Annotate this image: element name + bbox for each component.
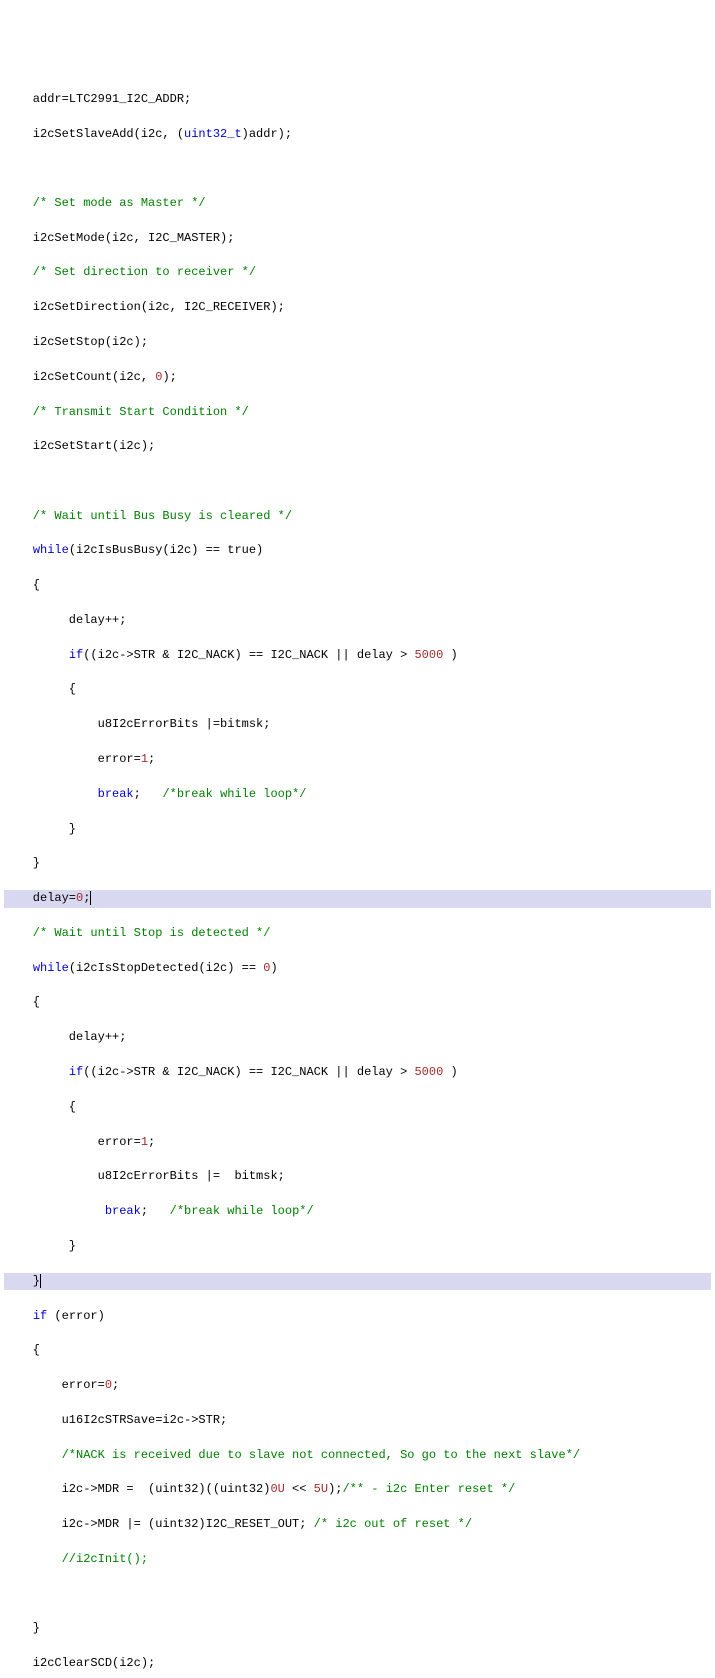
code-line: //i2cInit();: [4, 1551, 711, 1568]
code-editor[interactable]: addr=LTC2991_I2C_ADDR; i2cSetSlaveAdd(i2…: [0, 70, 711, 1678]
code-line: }: [4, 1238, 711, 1255]
code-line: delay++;: [4, 612, 711, 629]
code-line: i2cSetSlaveAdd(i2c, (uint32_t)addr);: [4, 126, 711, 143]
code-line: if (error): [4, 1308, 711, 1325]
code-line: if((i2c->STR & I2C_NACK) == I2C_NACK || …: [4, 1064, 711, 1081]
code-line: /* Transmit Start Condition */: [4, 404, 711, 421]
cursor-caret: [40, 1274, 41, 1288]
code-line: }: [4, 821, 711, 838]
code-line: i2cSetStart(i2c);: [4, 438, 711, 455]
code-line: delay++;: [4, 1029, 711, 1046]
code-line: /* Wait until Bus Busy is cleared */: [4, 508, 711, 525]
code-line: }: [4, 1620, 711, 1637]
code-line: {: [4, 1099, 711, 1116]
code-line: error=1;: [4, 751, 711, 768]
code-line: i2c->MDR |= (uint32)I2C_RESET_OUT; /* i2…: [4, 1516, 711, 1533]
code-line: [4, 1586, 711, 1603]
code-line: i2cSetCount(i2c, 0);: [4, 369, 711, 386]
code-line: i2cSetMode(i2c, I2C_MASTER);: [4, 230, 711, 247]
code-line: [4, 161, 711, 178]
code-line: {: [4, 994, 711, 1011]
code-line-highlighted: delay=0;: [4, 890, 711, 907]
code-line: {: [4, 577, 711, 594]
code-line: u8I2cErrorBits |= bitmsk;: [4, 1168, 711, 1185]
code-line: [4, 473, 711, 490]
code-line: error=0;: [4, 1377, 711, 1394]
code-line: while(i2cIsStopDetected(i2c) == 0): [4, 960, 711, 977]
code-line: i2cSetDirection(i2c, I2C_RECEIVER);: [4, 299, 711, 316]
code-line: u8I2cErrorBits |=bitmsk;: [4, 716, 711, 733]
code-line: break; /*break while loop*/: [4, 1203, 711, 1220]
code-line: }: [4, 855, 711, 872]
code-line: addr=LTC2991_I2C_ADDR;: [4, 91, 711, 108]
code-line: /* Wait until Stop is detected */: [4, 925, 711, 942]
code-line: i2c->MDR = (uint32)((uint32)0U << 5U);/*…: [4, 1481, 711, 1498]
code-line: error=1;: [4, 1134, 711, 1151]
code-line: /*NACK is received due to slave not conn…: [4, 1447, 711, 1464]
code-line: {: [4, 1342, 711, 1359]
code-line: /* Set mode as Master */: [4, 195, 711, 212]
code-line: break; /*break while loop*/: [4, 786, 711, 803]
code-line: i2cSetStop(i2c);: [4, 334, 711, 351]
code-line: while(i2cIsBusBusy(i2c) == true): [4, 542, 711, 559]
code-line: u16I2cSTRSave=i2c->STR;: [4, 1412, 711, 1429]
code-line: /* Set direction to receiver */: [4, 264, 711, 281]
code-line: i2cClearSCD(i2c);: [4, 1655, 711, 1672]
cursor-caret: [90, 891, 91, 905]
code-line: if((i2c->STR & I2C_NACK) == I2C_NACK || …: [4, 647, 711, 664]
code-line-highlighted: }: [4, 1273, 711, 1290]
code-line: {: [4, 681, 711, 698]
